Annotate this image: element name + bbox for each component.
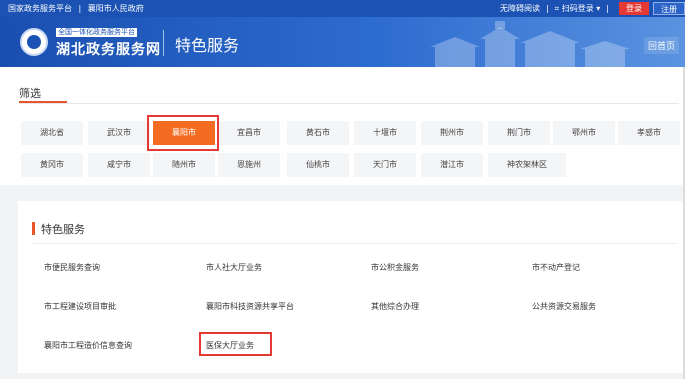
- accessibility-link[interactable]: 无障碍阅读: [500, 3, 540, 14]
- city-suizhou[interactable]: 随州市: [153, 153, 215, 177]
- filter-panel: 筛选 湖北省 武汉市 襄阳市 宜昌市 黄石市 十堰市 荆州市 荆门市 鄂州市 孝…: [0, 67, 685, 185]
- logo-subtitle: 全国一体化政务服务平台: [56, 28, 137, 37]
- city-gov-link[interactable]: 襄阳市人民政府: [88, 4, 144, 13]
- city-shennongjia[interactable]: 神农架林区: [488, 153, 566, 177]
- city-huanggang[interactable]: 黄冈市: [21, 153, 83, 177]
- service-link[interactable]: 市人社大厅业务: [206, 262, 262, 273]
- highlight-box: [199, 332, 272, 356]
- separator: |: [606, 4, 609, 13]
- service-link[interactable]: 公共资源交易服务: [532, 301, 596, 312]
- service-link[interactable]: 市便民服务查询: [44, 262, 100, 273]
- city-enshi[interactable]: 恩施州: [218, 153, 280, 177]
- city-qianjiang[interactable]: 潜江市: [421, 153, 483, 177]
- skyline-illustration: [430, 21, 630, 67]
- service-link[interactable]: 市不动产登记: [532, 262, 580, 273]
- city-shiyan[interactable]: 十堰市: [354, 121, 416, 145]
- register-button[interactable]: 注册: [653, 2, 685, 15]
- top-links: 国家政务服务平台 | 襄阳市人民政府: [8, 3, 148, 14]
- top-actions: 无障碍阅读 | ⌗ 扫码登录 ▾ | 登录 注册: [500, 2, 685, 15]
- login-button[interactable]: 登录: [619, 2, 649, 15]
- city-jingmen[interactable]: 荆门市: [488, 121, 550, 145]
- service-link[interactable]: 襄阳市工程造价信息查询: [44, 340, 132, 351]
- site-header: 全国一体化政务服务平台 湖北政务服务网 特色服务 回首页: [0, 17, 685, 67]
- city-xianning[interactable]: 咸宁市: [88, 153, 150, 177]
- logo-title[interactable]: 湖北政务服务网: [56, 39, 161, 59]
- city-xiaogan[interactable]: 孝感市: [618, 121, 680, 145]
- qr-icon: ⌗: [554, 4, 560, 13]
- emblem-icon: [20, 28, 48, 56]
- national-platform-link[interactable]: 国家政务服务平台: [8, 4, 72, 13]
- filter-title: 筛选: [19, 87, 41, 100]
- highlight-box: [147, 115, 219, 151]
- separator: |: [78, 4, 82, 13]
- section-marker: [32, 222, 35, 235]
- divider: [19, 103, 679, 104]
- service-link[interactable]: 襄阳市科技资源共享平台: [206, 301, 294, 312]
- service-link[interactable]: 其他综合办理: [371, 301, 419, 312]
- city-wuhan[interactable]: 武汉市: [88, 121, 150, 145]
- special-services-panel: 特色服务 市便民服务查询 市人社大厅业务 市公积金服务 市不动产登记 市工程建设…: [18, 201, 685, 373]
- separator: |: [545, 4, 549, 13]
- service-link[interactable]: 市公积金服务: [371, 262, 419, 273]
- city-yichang[interactable]: 宜昌市: [218, 121, 280, 145]
- city-ezhou[interactable]: 鄂州市: [553, 121, 615, 145]
- city-xiantao[interactable]: 仙桃市: [287, 153, 349, 177]
- scan-login-label: 扫码登录 ▾: [561, 4, 601, 13]
- city-jingzhou[interactable]: 荆州市: [421, 121, 483, 145]
- top-bar: 国家政务服务平台 | 襄阳市人民政府 无障碍阅读 | ⌗ 扫码登录 ▾ | 登录…: [0, 0, 685, 17]
- city-hubei[interactable]: 湖北省: [21, 121, 83, 145]
- header-divider: [163, 30, 164, 56]
- city-huangshi[interactable]: 黄石市: [287, 121, 349, 145]
- city-tianmen[interactable]: 天门市: [354, 153, 416, 177]
- scan-login-link[interactable]: ⌗ 扫码登录 ▾: [555, 3, 601, 14]
- service-link[interactable]: 市工程建设项目审批: [44, 301, 116, 312]
- page-title: 特色服务: [175, 36, 240, 55]
- divider: [32, 243, 677, 244]
- section-title: 特色服务: [41, 223, 85, 236]
- home-link[interactable]: 回首页: [643, 37, 679, 54]
